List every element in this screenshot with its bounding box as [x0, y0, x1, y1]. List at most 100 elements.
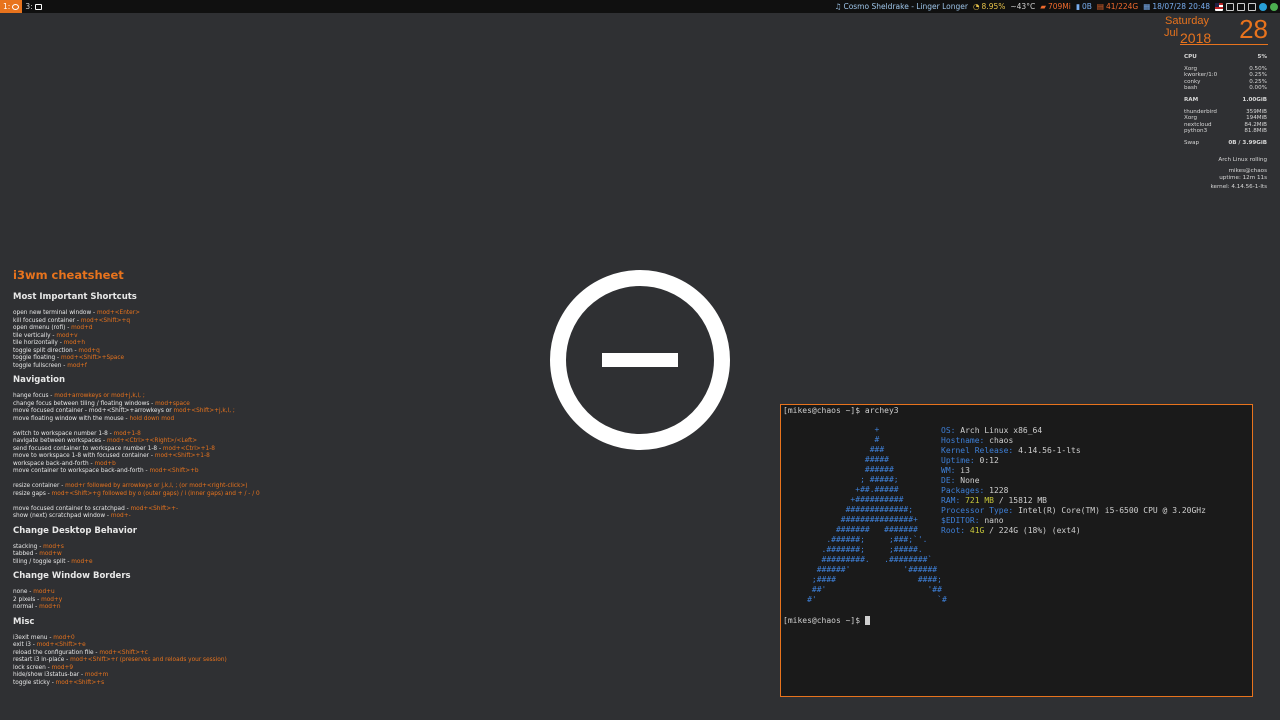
- proc-value: 0.25%: [1249, 72, 1267, 79]
- system-info-row: OS: Arch Linux x86_64: [941, 426, 1206, 436]
- ram-value: 1.00GiB: [1242, 96, 1267, 103]
- cheatsheet-item: switch to workspace number 1-8 - mod+1-8: [13, 431, 333, 439]
- load-label: 8.95%: [981, 2, 1006, 11]
- shortcut-key: mod+y: [41, 596, 63, 603]
- info-value: 41G: [969, 526, 985, 535]
- ram-proc-row: thunderbird 359MiB: [1184, 109, 1267, 116]
- cheatsheet-item: toggle floating - mod+<Shift>+Space: [13, 355, 333, 363]
- cheatsheet-section-heading: Change Window Borders: [13, 571, 131, 581]
- disk-label: 41/224G: [1106, 2, 1139, 11]
- system-info: OS: Arch Linux x86_64 Hostname: chaos Kern…: [941, 426, 1206, 536]
- ascii-art-line: #############;: [783, 505, 914, 514]
- shortcut-description: resize gaps -: [13, 490, 52, 497]
- cheatsheet-item: [13, 476, 333, 484]
- workspace-1-button[interactable]: 1:: [0, 0, 23, 13]
- cheatsheet-item: move to workspace 1-8 with focused conta…: [13, 453, 333, 461]
- ascii-art-line: ##' '##: [783, 585, 942, 594]
- ascii-art-line: ###############+: [783, 515, 918, 524]
- shortcut-description: move focused container to scratchpad -: [13, 505, 131, 512]
- gauge-icon: ◔: [973, 2, 980, 11]
- flag-icon[interactable]: [1215, 2, 1223, 11]
- proc-value: 0.25%: [1249, 78, 1267, 85]
- shortcut-description: kill focused container -: [13, 317, 81, 324]
- memory-icon: ▰: [1040, 2, 1046, 11]
- info-label: Hostname:: [941, 436, 990, 445]
- prompt-line-current[interactable]: [mikes@chaos ~]$: [783, 616, 870, 626]
- check-icon[interactable]: [1270, 2, 1278, 11]
- info-label: Uptime:: [941, 456, 980, 465]
- mail-icon[interactable]: [1237, 2, 1245, 11]
- shortcut-description: move floating window with the mouse -: [13, 415, 130, 422]
- shortcut-key: hold down mod: [129, 415, 175, 422]
- arch-icon[interactable]: [1259, 2, 1267, 11]
- ascii-art-line: ######' '######: [783, 565, 938, 574]
- cheatsheet-item: open dmenu (rofi) - mod+d: [13, 325, 333, 333]
- shortcut-key: mod+<Shift>+j,k,l, ;: [173, 408, 235, 414]
- ascii-art-line: +: [783, 425, 880, 434]
- proc-value: 81.8MiB: [1244, 128, 1267, 135]
- info-value: Intel(R) Core(TM) i5-6500 CPU @ 3.20GHz: [1018, 506, 1206, 515]
- window-icon[interactable]: [1226, 2, 1234, 11]
- clock-status[interactable]: ▦ 18/07/28 20:48: [1143, 2, 1210, 11]
- cheatsheet-item: [13, 498, 333, 506]
- swap-label: Swap: [1184, 139, 1200, 146]
- workspace-3-label: 3:: [25, 2, 33, 11]
- cheatsheet-item-list: open new terminal window - mod+<Enter> ki…: [13, 310, 333, 370]
- cheatsheet-item: lock screen - mod+9: [13, 665, 333, 673]
- workspace-3-button[interactable]: 3:: [22, 0, 44, 13]
- cheatsheet-item-list: stacking - mod+s tabbed - mod+w tiling / t…: [13, 544, 333, 567]
- shortcut-key: mod+<Shift>+g followed by o (outer gaps)…: [51, 490, 260, 497]
- terminal-window[interactable]: [mikes@chaos ~]$ archey3 + # ### ##### #…: [780, 404, 1253, 697]
- cheatsheet-item: move floating window with the mouse - ho…: [13, 416, 333, 424]
- conky-stats: CPU 5% Xorg 0.50% kworker/1:0 0.25% conky 0…: [1184, 54, 1267, 191]
- ram-proc-row: python3 81.8MiB: [1184, 128, 1267, 135]
- proc-name: bash: [1184, 85, 1198, 92]
- proc-name: kworker/1:0: [1184, 72, 1218, 79]
- info-label: Kernel Release:: [941, 446, 1019, 455]
- shortcut-key: mod+9: [51, 664, 74, 671]
- shortcut-key: mod+<Shift>+q: [80, 317, 131, 324]
- info-value: 4.14.56-1-lts: [1018, 446, 1081, 455]
- cheatsheet-item: move focused container - mod+<Shift>+arr…: [13, 408, 333, 416]
- prompt-line: [mikes@chaos ~]$ archey3: [783, 406, 899, 416]
- cheatsheet-item: normal - mod+n: [13, 604, 333, 612]
- shortcut-key: mod+d: [71, 325, 93, 331]
- system-tray: [1215, 2, 1278, 11]
- ascii-art-line: ######: [783, 465, 894, 474]
- cheatsheet-item: resize gaps - mod+<Shift>+g followed by …: [13, 491, 333, 499]
- info-label: Root:: [941, 526, 970, 535]
- shortcut-key: mod+h: [63, 340, 86, 346]
- text-cursor: [864, 616, 870, 625]
- system-info-row: WM: i3: [941, 466, 1206, 476]
- cheatsheet-item-list: i3exit menu - mod+0 exit i3 - mod+<Shift>…: [13, 635, 333, 688]
- mail-icon: [34, 3, 42, 10]
- cheatsheet-item: toggle split direction - mod+q: [13, 348, 333, 356]
- headphones-icon: ♫: [834, 2, 842, 11]
- ascii-art-line: #########. .########`: [783, 555, 933, 564]
- proc-value: 0.00%: [1249, 85, 1267, 92]
- shortcut-key: mod+<Ctrl>+1-8: [162, 445, 215, 452]
- proc-name: thunderbird: [1184, 108, 1217, 115]
- cheatsheet-item: tabbed - mod+w: [13, 551, 333, 559]
- shortcut-description: switch to workspace number 1-8 -: [13, 430, 114, 437]
- ascii-art-line: #####: [783, 455, 889, 464]
- shortcut-description: tiling / toggle split -: [13, 558, 72, 565]
- shortcut-description: open new terminal window -: [13, 310, 97, 316]
- cpu-proc-row: bash 0.00%: [1184, 85, 1267, 92]
- cheatsheet-item: toggle sticky - mod+<Shift>+s: [13, 680, 333, 688]
- network-icon[interactable]: [1248, 2, 1256, 11]
- shortcut-description: toggle fullscreen -: [13, 362, 68, 369]
- info-label: RAM:: [941, 496, 966, 505]
- conky-date: Saturday Jul 2018 28: [1164, 14, 1268, 46]
- system-info-row: Uptime: 0:12: [941, 456, 1206, 466]
- cheatsheet-item: tile vertically - mod+v: [13, 333, 333, 341]
- shortcut-description: hide/show i3status-bar -: [13, 672, 85, 678]
- network-label: 0B: [1082, 2, 1092, 11]
- shortcut-key: mod+<Ctrl>+<Right>/<Left>: [106, 438, 198, 444]
- system-info-row: Root: 41G / 224G (18%) (ext4): [941, 526, 1206, 536]
- shortcut-key: mod+-: [110, 513, 131, 519]
- music-status[interactable]: ♫ Cosmo Sheldrake - Linger Longer: [835, 2, 968, 11]
- system-info-row: Hostname: chaos: [941, 436, 1206, 446]
- ascii-art-line: ####### #######: [783, 525, 918, 534]
- system-info-row: $EDITOR: nano: [941, 516, 1206, 526]
